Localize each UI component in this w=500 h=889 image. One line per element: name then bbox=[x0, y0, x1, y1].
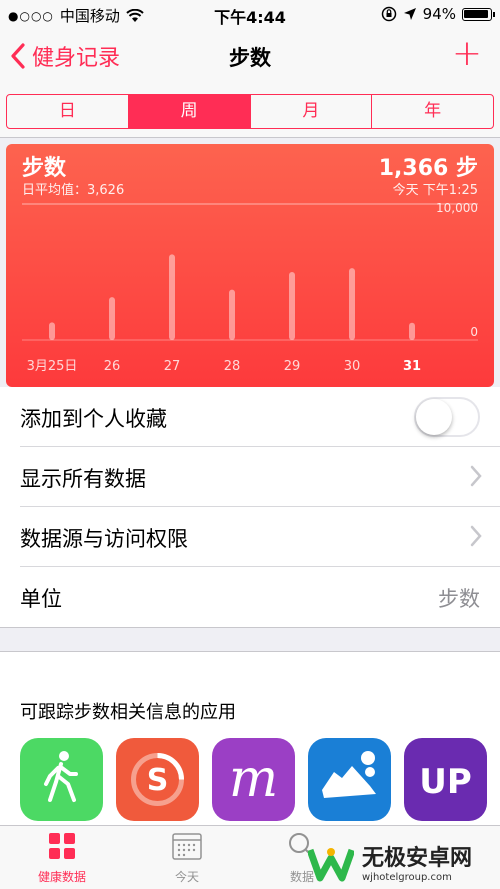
svg-text:UP: UP bbox=[419, 762, 472, 802]
unit-label: 单位 bbox=[20, 587, 62, 611]
unit-value: 步数 bbox=[438, 587, 480, 611]
favorite-row: 添加到个人收藏 bbox=[20, 387, 500, 447]
battery-percent: 94% bbox=[422, 5, 456, 23]
chart-bar bbox=[409, 322, 415, 340]
add-data-button[interactable]: + bbox=[452, 34, 482, 74]
favorite-toggle[interactable] bbox=[414, 397, 480, 437]
chart-bar bbox=[349, 268, 355, 340]
segment-year[interactable]: 年 bbox=[372, 95, 493, 128]
tab-today[interactable]: 今天 bbox=[137, 830, 237, 885]
chart-bar bbox=[169, 254, 175, 340]
status-right-group: 94% bbox=[381, 5, 495, 23]
chart-bar bbox=[49, 322, 55, 340]
moves-m-icon[interactable]: m bbox=[212, 738, 295, 821]
segment-month[interactable]: 月 bbox=[251, 95, 373, 128]
segment-bar: 日 周 月 年 bbox=[0, 84, 500, 138]
tab-today-label: 今天 bbox=[174, 870, 199, 884]
steps-chart-card[interactable]: 10,000 0 3月25日 26 27 28 29 30 31 步数 日平均值：3,626 1… bbox=[6, 144, 494, 387]
sources-access-label: 数据源与访问权限 bbox=[20, 527, 188, 551]
svg-text:m: m bbox=[229, 749, 278, 809]
svg-text:S: S bbox=[147, 763, 169, 798]
up-jawbone-icon[interactable]: UP bbox=[404, 738, 487, 821]
daily-average: 日平均值：3,626 bbox=[22, 183, 125, 198]
stepz-glyph: S bbox=[131, 753, 184, 806]
watermark: 无极安卓网 wjhotelgroup.com bbox=[308, 840, 500, 888]
show-all-data-label: 显示所有数据 bbox=[20, 467, 146, 491]
today-value-number: 1,366 bbox=[378, 156, 449, 181]
y-tick-label: 10,000 bbox=[436, 201, 478, 215]
walking-figure-glyph bbox=[44, 751, 78, 802]
watermark-text: 无极安卓网 wjhotelgroup.com bbox=[362, 846, 472, 883]
apps-heading: 可跟踪步数相关信息的应用 bbox=[20, 702, 236, 723]
toggle-knob bbox=[416, 399, 452, 435]
chevron-right-icon bbox=[470, 525, 482, 547]
x-tick-label: 3月25日 bbox=[27, 359, 78, 374]
y-tick-label: 0 bbox=[470, 325, 478, 339]
chart-bar bbox=[109, 297, 115, 340]
unit-row[interactable]: 单位 步数 bbox=[20, 567, 500, 627]
watermark-logo-icon bbox=[308, 848, 354, 882]
segment-day[interactable]: 日 bbox=[7, 95, 129, 128]
x-tick-label: 27 bbox=[164, 359, 181, 374]
apps-section: 可跟踪步数相关信息的应用 S m UP bbox=[0, 651, 500, 826]
watermark-url: wjhotelgroup.com bbox=[362, 871, 452, 883]
show-all-data-row[interactable]: 显示所有数据 bbox=[20, 447, 500, 507]
segment-week[interactable]: 周 bbox=[128, 95, 251, 128]
x-tick-label: 30 bbox=[344, 359, 361, 374]
chart-title: 步数 bbox=[22, 156, 67, 181]
favorite-label: 添加到个人收藏 bbox=[20, 407, 167, 431]
x-tick-label: 29 bbox=[284, 359, 301, 374]
shoe-glyph bbox=[322, 751, 376, 798]
status-bar: ●○○○ 中国移动 下午4:44 94% bbox=[0, 0, 500, 28]
orientation-lock-icon bbox=[381, 6, 396, 22]
list-divider bbox=[0, 627, 500, 628]
sources-access-row[interactable]: 数据源与访问权限 bbox=[20, 507, 500, 567]
moves-glyph: m bbox=[229, 749, 278, 809]
today-time: 今天 下午1:25 bbox=[392, 183, 478, 198]
options-list: 添加到个人收藏 显示所有数据 数据源与访问权限 单位 步数 bbox=[0, 387, 500, 627]
walking-figure-icon[interactable] bbox=[20, 738, 103, 821]
chevron-right-icon bbox=[470, 465, 482, 487]
up-glyph: UP bbox=[419, 762, 472, 802]
running-shoe-icon[interactable] bbox=[308, 738, 391, 821]
nav-bar: 健身记录 步数 + bbox=[0, 28, 500, 84]
tab-health-data[interactable]: 健康数据 bbox=[12, 830, 112, 885]
calendar-icon bbox=[172, 833, 202, 860]
page-title: 步数 bbox=[229, 46, 271, 70]
location-arrow-icon bbox=[403, 8, 416, 20]
watermark-title: 无极安卓网 bbox=[362, 845, 473, 871]
x-tick-label: 26 bbox=[104, 359, 121, 374]
x-tick-label: 28 bbox=[224, 359, 241, 374]
grid-icon bbox=[49, 833, 75, 859]
tab-health-data-label: 健康数据 bbox=[37, 870, 86, 884]
chart-bar bbox=[289, 271, 295, 340]
battery-icon bbox=[462, 7, 495, 21]
today-value: 1,366 步 bbox=[379, 150, 478, 182]
period-segmented-control: 日 周 月 年 bbox=[6, 94, 494, 129]
x-tick-label: 31 bbox=[403, 359, 421, 374]
chart-bar bbox=[229, 289, 235, 340]
stepz-s-icon[interactable]: S bbox=[116, 738, 199, 821]
today-value-unit: 步 bbox=[455, 156, 478, 181]
